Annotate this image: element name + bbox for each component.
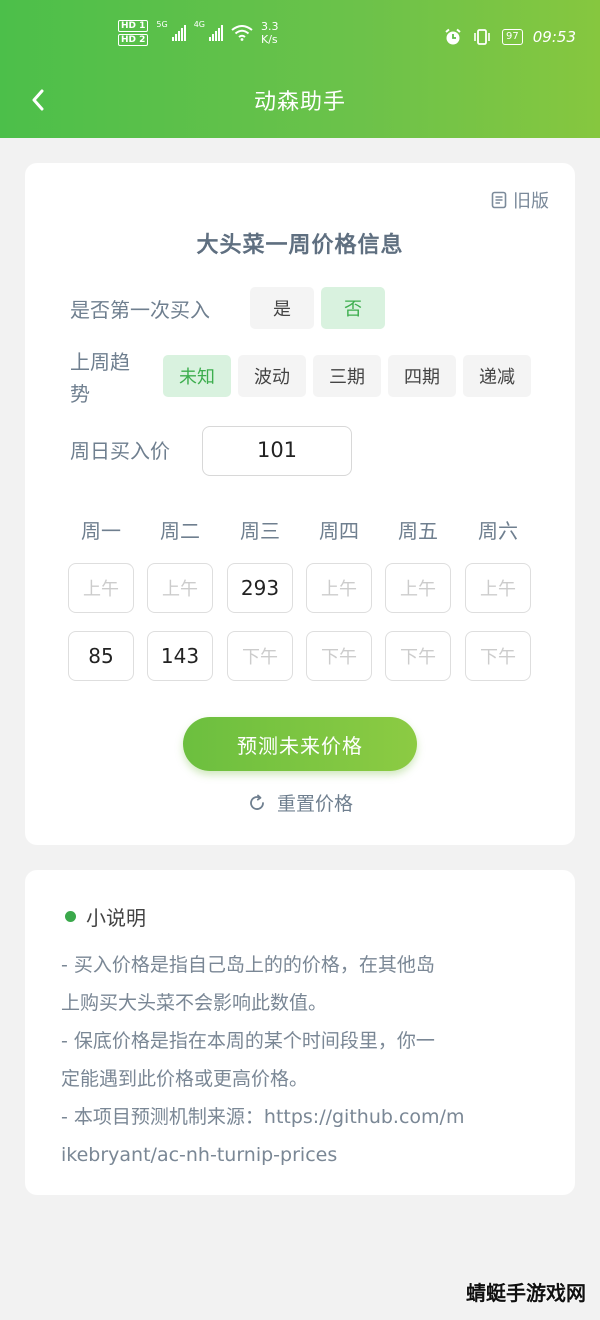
day-header-fri: 周五 [398,519,438,543]
trend-fourth-period-chip[interactable]: 四期 [388,355,456,397]
day-header-wed: 周三 [240,519,280,543]
note-line-3: - 保底价格是指在本周的某个时间段里，你一 [61,1030,435,1052]
hd-indicators: HD 1 HD 2 [118,20,149,46]
price-sat-am[interactable]: 上午 [465,563,531,613]
document-icon [491,191,507,209]
reset-label: 重置价格 [276,793,353,815]
day-header-sat: 周六 [478,519,518,543]
price-fri-am[interactable]: 上午 [385,563,451,613]
old-version-label: 旧版 [513,191,549,212]
battery-indicator: 97 [502,29,523,45]
first-buy-label: 是否第一次买入 [70,298,210,322]
note-line-2: 上购买大头菜不会影响此数值。 [61,992,328,1014]
price-thu-am[interactable]: 上午 [306,563,372,613]
refresh-icon [250,794,264,810]
hd1-badge: HD 1 [118,20,149,32]
site-watermark: 蜻蜓手游戏网 [466,1281,586,1305]
old-version-link[interactable]: 旧版 [491,187,549,213]
notes-title: 小说明 [86,906,146,930]
clock: 09:53 [532,28,576,46]
day-header-thu: 周四 [319,519,359,543]
status-bar: HD 1 HD 2 5G 4G 3.3 K/s 97 09:53 [0,18,600,58]
network-speed: 3.3 K/s [261,20,279,46]
last-trend-label-line2: 势 [70,382,90,406]
sunday-price-label: 周日买入价 [70,439,170,463]
app-header: HD 1 HD 2 5G 4G 3.3 K/s 97 09:53 动森助手 [0,0,600,138]
vibrate-icon [474,29,490,45]
speed-unit: K/s [261,33,278,46]
day-header-mon: 周一 [81,519,121,543]
trend-unknown-chip[interactable]: 未知 [163,355,231,397]
bullet-dot-icon [65,911,76,922]
price-mon-am[interactable]: 上午 [68,563,134,613]
sunday-price-input[interactable]: 101 [202,426,352,476]
speed-value: 3.3 [261,20,279,33]
note-line-5: - 本项目预测机制来源：https://github.com/m [61,1106,465,1128]
day-header-tue: 周二 [160,519,200,543]
trend-third-period-chip[interactable]: 三期 [313,355,381,397]
reset-price-button[interactable]: 重置价格 [25,789,575,816]
note-line-6: ikebryant/ac-nh-turnip-prices [61,1144,338,1166]
price-thu-pm[interactable]: 下午 [306,631,372,681]
note-line-4: 定能遇到此价格或更高价格。 [61,1068,309,1090]
page-title: 动森助手 [253,90,346,115]
net-label-2: 4G [193,20,205,29]
price-sat-pm[interactable]: 下午 [465,631,531,681]
first-buy-yes-chip[interactable]: 是 [250,287,314,329]
price-tue-pm[interactable]: 143 [147,631,213,681]
status-left: HD 1 HD 2 5G 4G 3.3 K/s [118,20,279,46]
first-buy-no-chip[interactable]: 否 [321,287,385,329]
last-trend-label-line1: 上周趋 [70,350,130,374]
trend-fluctuating-chip[interactable]: 波动 [238,355,306,397]
notes-card: 小说明 - 买入价格是指自己岛上的的价格，在其他岛 上购买大头菜不会影响此数值。… [25,870,575,1195]
net-label-1: 5G [156,20,168,29]
wifi-icon [231,25,253,41]
price-mon-pm[interactable]: 85 [68,631,134,681]
alarm-icon [445,28,461,45]
card-title: 大头菜一周价格信息 [196,233,404,258]
trend-decreasing-chip[interactable]: 递减 [463,355,531,397]
notes-header: 小说明 [65,902,146,931]
note-line-1: - 买入价格是指自己岛上的的价格，在其他岛 [61,954,435,976]
predict-price-button[interactable]: 预测未来价格 [183,717,417,771]
hd2-badge: HD 2 [118,34,149,46]
signal-icon [171,25,186,41]
price-tue-am[interactable]: 上午 [147,563,213,613]
status-right: 97 09:53 [444,28,576,46]
signal-icon-2 [209,25,223,41]
price-info-card: 旧版 大头菜一周价格信息 是否第一次买入 是 否 上周趋 势 未知 波动 三期 … [25,163,575,845]
price-fri-pm[interactable]: 下午 [385,631,451,681]
price-wed-am[interactable]: 293 [227,563,293,613]
price-wed-pm[interactable]: 下午 [227,631,293,681]
